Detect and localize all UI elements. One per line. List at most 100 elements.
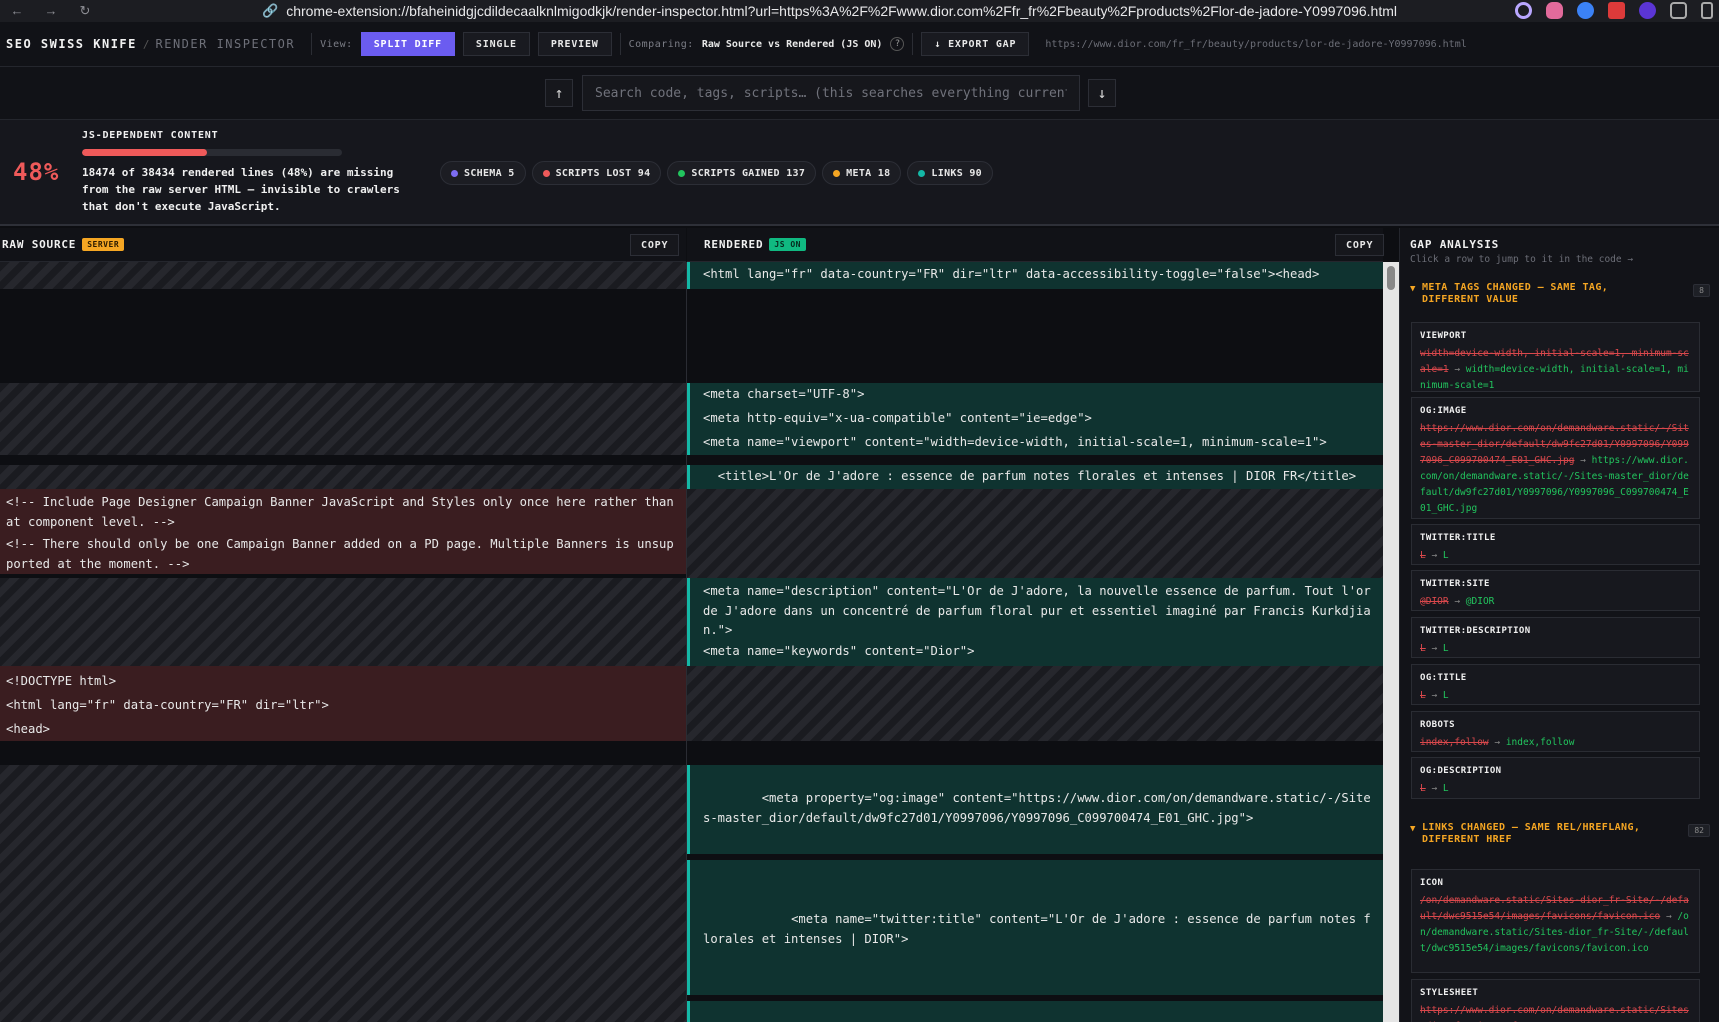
old-value: /on/demandware.static/Sites-dior_fr-Site… [1420,895,1689,922]
raw-source-pane[interactable]: <!-- Include Page Designer Campaign Bann… [0,262,686,1022]
status-dot-icon [918,169,926,177]
brand-subtitle: RENDER INSPECTOR [155,37,296,51]
added-block[interactable]: <meta name="description" content="L'Or d… [687,578,1383,666]
gap-row-key: OG:DESCRIPTION [1420,766,1502,776]
added-block[interactable] [687,1001,1383,1022]
address-bar[interactable]: 🔗 chrome-extension://bfaheinidgjcdildeca… [262,3,1397,19]
caret-down-icon[interactable]: ▼ [1410,284,1415,294]
added-block[interactable]: <meta charset="UTF-8"> <meta http-equiv=… [687,383,1383,455]
meta-tags-section[interactable]: ▼ META TAGS CHANGED — SAME TAG, DIFFEREN… [1410,282,1710,312]
gap-row-value: index,follow → index,follow [1420,735,1691,751]
gap-row[interactable]: TWITTER:DESCRIPTION L → L [1411,617,1700,658]
gap-row[interactable]: OG:TITLE L → L [1411,664,1700,705]
code-line: <html lang="fr" data-country="FR" dir="l… [703,267,1320,281]
copy-rendered-button[interactable]: COPY [1335,234,1385,256]
added-block[interactable]: <title>L'Or de J'adore : essence de parf… [687,465,1383,489]
added-block[interactable]: <meta name="twitter:title" content="L'Or… [687,860,1383,995]
gap-row[interactable]: TWITTER:SITE @DIOR → @DIOR [1411,570,1700,611]
browser-toolbar: ← → ↻ 🔗 chrome-extension://bfaheinidgjcd… [0,0,1719,22]
gap-row[interactable]: ROBOTS index,follow → index,follow [1411,711,1700,752]
stat-pill[interactable]: LINKS 90 [907,161,993,185]
removed-block[interactable]: <!-- Include Page Designer Campaign Bann… [0,489,686,574]
gap-row[interactable]: VIEWPORT width=device-width, initial-scal… [1411,322,1700,392]
rendered-header: RENDERED JS ON COPY [687,228,1385,262]
stat-pill[interactable]: SCHEMA 5 [440,161,526,185]
gap-analysis-title: GAP ANALYSIS [1410,238,1500,251]
hatched-gap [0,383,686,455]
extension-chevron-icon[interactable] [1577,2,1594,19]
server-badge: SERVER [82,238,125,251]
help-icon[interactable]: ? [890,37,905,51]
gap-row-value: https://www.dior.com/on/demandware.stati… [1420,421,1691,517]
preview-button[interactable]: PREVIEW [537,32,612,56]
status-dot-icon [833,169,841,177]
hatched-gap [687,666,1383,741]
extension-circle-icon[interactable] [1515,2,1532,19]
caret-down-icon[interactable]: ▼ [1410,824,1415,834]
stat-pill[interactable]: META 18 [822,161,902,185]
arrow-right-icon: → [1448,596,1466,607]
extension-dots-icon[interactable] [1608,2,1625,19]
gap-row-key: STYLESHEET [1420,988,1479,998]
rendered-scrollbar[interactable] [1383,262,1399,1022]
blank-gap [687,741,1383,765]
export-gap-button[interactable]: ↓ EXPORT GAP [921,32,1030,56]
blank-gap [0,455,686,465]
gap-row[interactable]: OG:DESCRIPTION L → L [1411,757,1700,799]
raw-source-header: RAW SOURCE SERVER COPY [0,228,686,262]
gap-row[interactable]: STYLESHEET https://www.dior.com/on/demand… [1411,979,1700,1022]
old-value: @DIOR [1420,596,1449,607]
arrow-right-icon: → [1488,737,1506,748]
gap-row-value: L → L [1420,548,1691,564]
blank-gap [687,289,1383,383]
added-block[interactable]: <html lang="fr" data-country="FR" dir="l… [687,262,1383,289]
extension-puzzle-icon[interactable] [1670,2,1687,19]
added-block[interactable]: <meta property="og:image" content="https… [687,765,1383,854]
old-value: https://www.dior.com/on/demandware.stati… [1420,1005,1689,1022]
view-label: View: [320,38,353,50]
extension-star-icon[interactable] [1639,2,1656,19]
split-diff-button[interactable]: SPLIT DIFF [360,32,455,56]
scroll-thumb[interactable] [1387,266,1395,290]
extension-octopus-icon[interactable] [1546,2,1563,19]
stat-pill-label: SCRIPTS GAINED 137 [691,167,806,179]
removed-block[interactable]: <!DOCTYPE html> <html lang="fr" data-cou… [0,666,686,741]
single-view-button[interactable]: SINGLE [462,32,530,56]
comparing-value: Raw Source vs Rendered (JS ON) [701,38,883,50]
search-input[interactable] [582,75,1080,111]
gap-row[interactable]: TWITTER:TITLE L → L [1411,524,1700,565]
status-dot-icon [678,169,686,177]
new-value: L [1442,643,1449,654]
inspected-url: https://www.dior.com/fr_fr/beauty/produc… [1045,38,1467,50]
code-line: <meta http-equiv="x-ua-compatible" conte… [703,411,1092,425]
stat-pill[interactable]: SCRIPTS GAINED 137 [667,161,817,185]
js-dependent-progress [82,149,342,156]
back-arrow-icon[interactable]: ← [10,4,24,18]
search-next-button[interactable]: ↓ [1088,79,1116,107]
brand-separator: / [142,37,150,51]
stat-pill[interactable]: SCRIPTS LOST 94 [531,161,662,185]
gap-row[interactable]: ICON/on/demandware.static/Sites-dior_fr-… [1411,869,1700,973]
stats-pills: SCHEMA 5 SCRIPTS LOST 94 SCRIPTS GAINED 13… [440,161,993,185]
gap-row-key: ROBOTS [1420,720,1455,730]
code-line: <!-- Include Page Designer Campaign Bann… [6,495,682,529]
rendered-pane[interactable]: <html lang="fr" data-country="FR" dir="l… [687,262,1383,1022]
gap-row-key: TWITTER:SITE [1420,579,1490,589]
reload-icon[interactable]: ↻ [78,4,92,18]
copy-raw-button[interactable]: COPY [630,234,680,256]
code-line: <meta name="description" content="L'Or d… [703,584,1379,637]
new-value: L [1442,690,1449,701]
gap-row[interactable]: OG:IMAGE https://www.dior.com/on/demandwa… [1411,397,1700,519]
stats-panel: 48% JS-DEPENDENT CONTENT 18474 of 38434 … [0,120,1719,226]
forward-arrow-icon[interactable]: → [44,4,58,18]
search-prev-button[interactable]: ↑ [545,79,573,107]
arrow-right-icon: → [1425,690,1443,701]
code-line: <title>L'Or de J'adore : essence de parf… [703,469,1357,483]
address-url[interactable]: chrome-extension://bfaheinidgjcdildecaal… [286,3,1397,19]
new-value: L [1442,783,1449,794]
blank-gap [0,741,686,765]
toolbar-divider [311,33,313,55]
sidebar-toggle-icon[interactable] [1701,2,1713,19]
links-section[interactable]: ▼ LINKS CHANGED — SAME REL/HREFLANG, DIF… [1410,822,1710,852]
arrow-right-icon: → [1425,643,1443,654]
